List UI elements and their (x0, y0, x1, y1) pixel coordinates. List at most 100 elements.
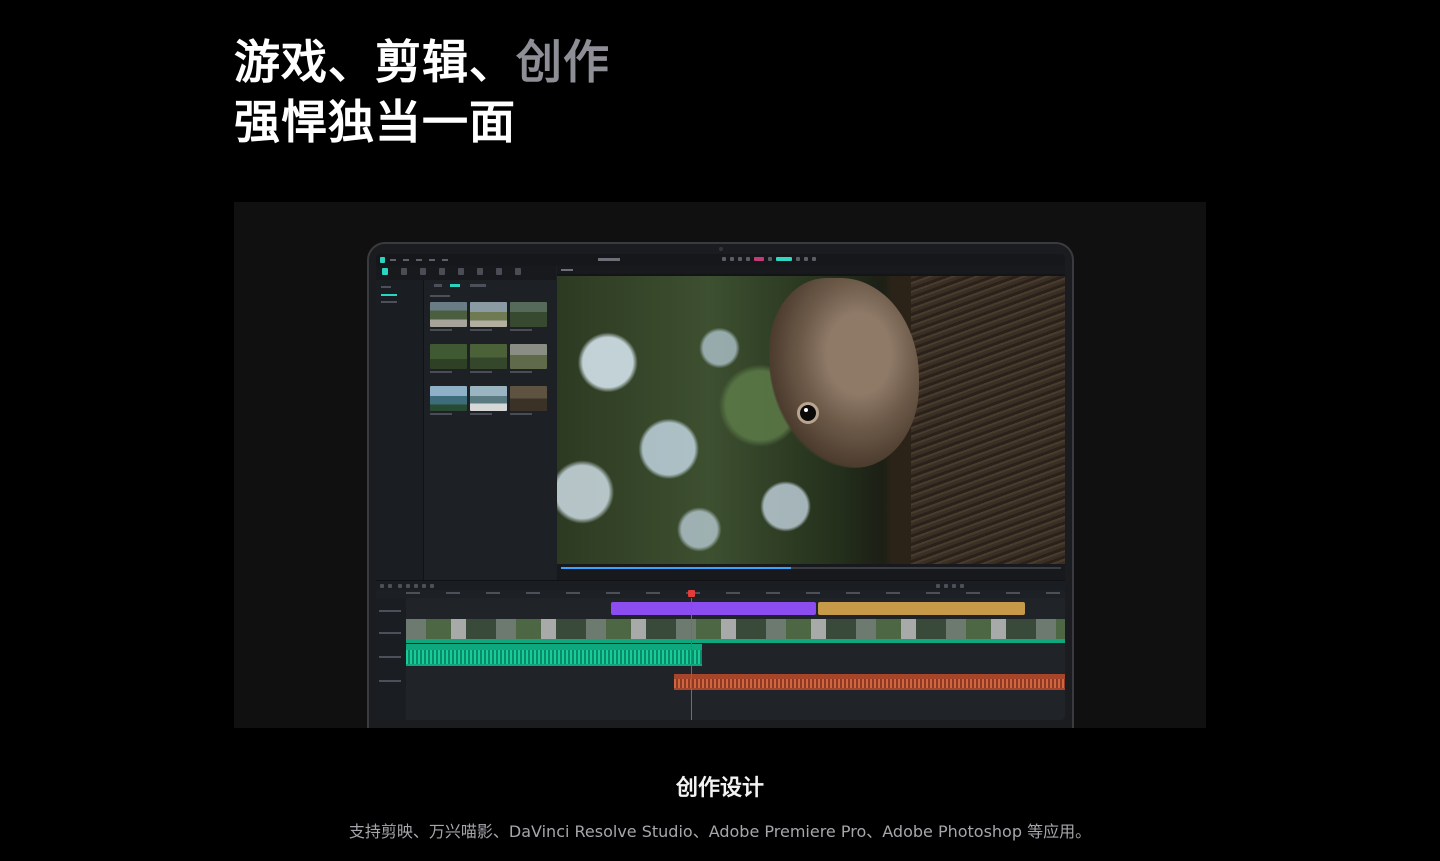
headline-line-1-dim: 创作 (516, 35, 610, 89)
tree-bark (911, 276, 1065, 564)
thumbnail-caption (430, 371, 452, 373)
video-clip-track[interactable] (406, 619, 1065, 639)
video-editor-screen (376, 254, 1065, 720)
toolbar-icon[interactable] (746, 257, 750, 261)
crop-icon[interactable] (414, 584, 418, 588)
nav-item[interactable] (381, 301, 397, 303)
media-thumbnail[interactable] (430, 344, 467, 369)
stock-tab-icon[interactable] (401, 268, 407, 275)
export-button[interactable] (776, 257, 792, 261)
track-headers (376, 598, 406, 720)
audio-clip-voice[interactable] (674, 674, 1065, 690)
title-bar-buttons (722, 257, 816, 261)
text-tab-icon[interactable] (439, 268, 445, 275)
media-library (424, 280, 556, 580)
close-icon[interactable] (812, 257, 816, 261)
squirrel (769, 278, 919, 468)
playback-progress-fill (561, 567, 791, 569)
time-tick (926, 592, 940, 594)
nav-item-active[interactable] (381, 294, 397, 296)
media-thumbnail[interactable] (470, 302, 507, 327)
media-filter-tab-active[interactable] (450, 284, 460, 287)
effects-tab-icon[interactable] (477, 268, 483, 275)
nav-item[interactable] (381, 286, 391, 288)
media-thumbnail[interactable] (470, 386, 507, 411)
product-showcase (234, 202, 1206, 728)
zoom-in-icon[interactable] (960, 584, 964, 588)
linked-audio-bar (406, 639, 1065, 643)
filter-tab-icon[interactable] (496, 268, 502, 275)
toolbar-icon[interactable] (722, 257, 726, 261)
thumbnail-caption (510, 371, 532, 373)
menu-item[interactable] (429, 259, 435, 261)
playback-progress-bar[interactable] (561, 567, 1061, 569)
time-tick (526, 592, 540, 594)
time-tick (566, 592, 580, 594)
marker-icon[interactable] (944, 584, 948, 588)
media-thumbnail[interactable] (510, 302, 547, 327)
thumbnail-caption (470, 329, 492, 331)
media-search-input[interactable] (470, 284, 486, 287)
delete-icon[interactable] (398, 584, 402, 588)
toolbar-icon[interactable] (730, 257, 734, 261)
time-tick (606, 592, 620, 594)
thumbnail-caption (430, 413, 452, 415)
player-label (561, 269, 573, 271)
toolbar-icon[interactable] (738, 257, 742, 261)
media-thumbnail[interactable] (470, 344, 507, 369)
zoom-out-icon[interactable] (952, 584, 956, 588)
track-header[interactable] (379, 680, 401, 682)
timeline-toolbar (376, 580, 1065, 590)
preview-frame-squirrel[interactable] (557, 276, 1065, 564)
color-icon[interactable] (430, 584, 434, 588)
preview-player (557, 266, 1065, 580)
editor-menu (390, 259, 448, 261)
audio-clip-music[interactable] (406, 644, 702, 666)
split-icon[interactable] (406, 584, 410, 588)
track-header[interactable] (379, 610, 401, 612)
laptop-frame (367, 242, 1074, 728)
time-tick (446, 592, 460, 594)
minimize-icon[interactable] (796, 257, 800, 261)
media-thumbnail[interactable] (430, 386, 467, 411)
menu-item[interactable] (403, 259, 409, 261)
project-title (598, 258, 620, 261)
audio-tab-icon[interactable] (420, 268, 426, 275)
redo-icon[interactable] (388, 584, 392, 588)
time-tick (806, 592, 820, 594)
playback-controls (557, 564, 1065, 580)
title-clip-gold[interactable] (818, 602, 1025, 615)
menu-item[interactable] (442, 259, 448, 261)
upgrade-button[interactable] (754, 257, 764, 261)
thumbnail-caption (430, 329, 452, 331)
media-thumbnail[interactable] (430, 302, 467, 327)
feature-description: 支持剪映、万兴喵影、DaVinci Resolve Studio、Adobe P… (348, 822, 1092, 841)
camera-icon (719, 247, 723, 251)
speed-icon[interactable] (422, 584, 426, 588)
media-filter-tab[interactable] (434, 284, 442, 287)
transition-tab-icon[interactable] (458, 268, 464, 275)
thumbnail-caption (470, 413, 492, 415)
toolbar-icon[interactable] (768, 257, 772, 261)
sticker-tab-icon[interactable] (515, 268, 521, 275)
maximize-icon[interactable] (804, 257, 808, 261)
menu-item[interactable] (390, 259, 396, 261)
time-tick (1046, 592, 1060, 594)
title-clip-purple[interactable] (611, 602, 816, 615)
timeline-playhead[interactable] (688, 590, 695, 720)
undo-icon[interactable] (380, 584, 384, 588)
media-thumbnail[interactable] (510, 386, 547, 411)
player-header (557, 266, 1065, 274)
timeline-ruler[interactable] (406, 590, 1065, 598)
media-library-header (430, 284, 550, 289)
media-thumbnail[interactable] (510, 344, 547, 369)
time-tick (766, 592, 780, 594)
menu-item[interactable] (416, 259, 422, 261)
thumbnail-caption (510, 329, 532, 331)
time-tick (966, 592, 980, 594)
snap-icon[interactable] (936, 584, 940, 588)
track-header[interactable] (379, 632, 401, 634)
track-header[interactable] (379, 656, 401, 658)
media-tab-icon[interactable] (382, 268, 388, 275)
media-folder-nav (376, 280, 424, 580)
